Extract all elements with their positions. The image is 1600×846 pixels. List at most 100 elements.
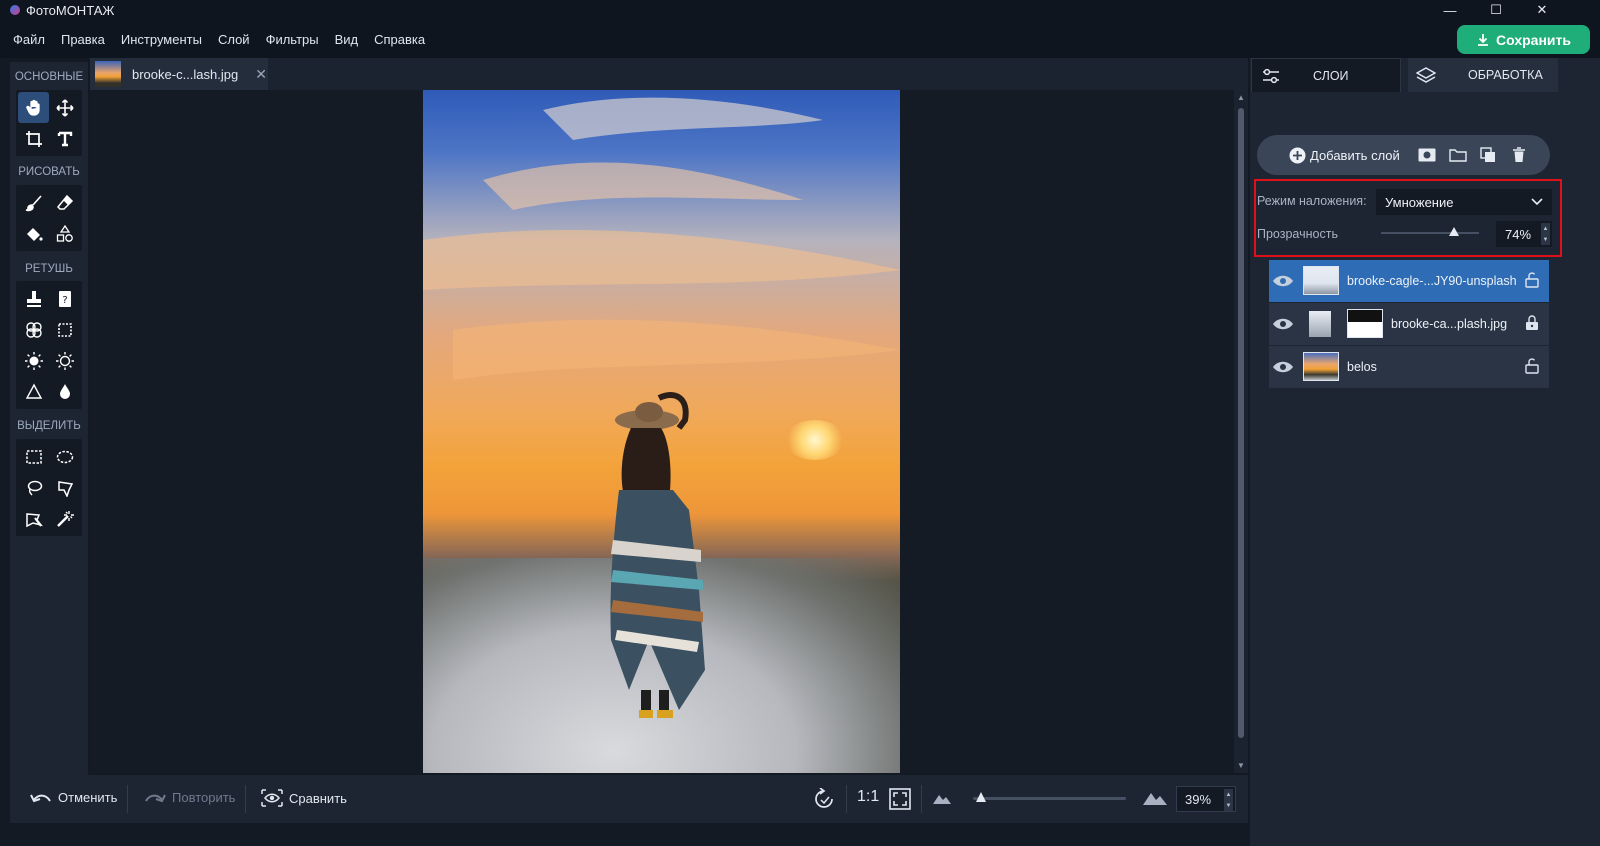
zoom-up-icon[interactable]: ▲ bbox=[1224, 789, 1233, 800]
menu-bar: Файл Правка Инструменты Слой Фильтры Вид… bbox=[0, 20, 1600, 58]
layer-row[interactable]: brooke-ca...plash.jpg bbox=[1269, 303, 1549, 345]
unlock-icon[interactable] bbox=[1525, 272, 1539, 288]
zoom-in-mountain-icon[interactable] bbox=[1143, 789, 1167, 808]
scroll-down-icon[interactable]: ▼ bbox=[1237, 761, 1245, 770]
redo-button[interactable]: Повторить bbox=[144, 790, 235, 805]
opacity-slider[interactable] bbox=[1381, 227, 1479, 236]
person-figure bbox=[610, 391, 705, 718]
plus-circle-icon bbox=[1289, 147, 1306, 163]
crop-tool-icon[interactable] bbox=[18, 123, 49, 154]
scrollbar-thumb[interactable] bbox=[1238, 108, 1244, 738]
rect-select-icon[interactable] bbox=[18, 441, 49, 472]
opacity-slider-thumb[interactable] bbox=[1448, 227, 1459, 236]
layer-name: brooke-ca...plash.jpg bbox=[1391, 317, 1508, 331]
add-mask-icon[interactable] bbox=[1418, 146, 1436, 164]
menu-help[interactable]: Справка bbox=[374, 32, 425, 47]
move-tool-icon[interactable] bbox=[49, 92, 80, 123]
menu-tools[interactable]: Инструменты bbox=[121, 32, 202, 47]
healing-tool-icon[interactable]: ? bbox=[49, 283, 80, 314]
divider bbox=[127, 785, 128, 813]
menu-file[interactable]: Файл bbox=[13, 32, 45, 47]
frame-tool-icon[interactable] bbox=[49, 314, 80, 345]
eraser-tool-icon[interactable] bbox=[49, 187, 80, 218]
zoom-down-icon[interactable]: ▼ bbox=[1224, 800, 1233, 811]
zoom-input[interactable]: 39% ▲ ▼ bbox=[1176, 786, 1236, 812]
opacity-value: 74% bbox=[1505, 226, 1532, 242]
dodge-tool-icon[interactable] bbox=[18, 345, 49, 376]
eye-icon[interactable] bbox=[1272, 315, 1294, 333]
opacity-down-icon[interactable]: ▼ bbox=[1541, 234, 1550, 245]
svg-text:?: ? bbox=[62, 295, 67, 306]
app-title: ФотоМОНТАЖ bbox=[26, 2, 115, 18]
lock-icon[interactable] bbox=[1525, 315, 1539, 331]
layer-toolbar: Добавить слой bbox=[1257, 135, 1550, 175]
eye-icon[interactable] bbox=[1272, 272, 1294, 290]
maximize-button[interactable]: ☐ bbox=[1476, 0, 1516, 20]
polygon-lasso-icon[interactable] bbox=[49, 472, 80, 503]
menu-edit[interactable]: Правка bbox=[61, 32, 105, 47]
section-title-draw: РИСОВАТЬ bbox=[18, 166, 80, 178]
opacity-input[interactable]: 74% ▲ ▼ bbox=[1496, 221, 1552, 247]
duplicate-icon[interactable] bbox=[1479, 146, 1497, 164]
fill-tool-icon[interactable] bbox=[18, 218, 49, 249]
scroll-up-icon[interactable]: ▲ bbox=[1237, 93, 1245, 102]
divider bbox=[921, 785, 922, 813]
image-canvas[interactable] bbox=[90, 90, 1234, 773]
blend-mode-value: Умножение bbox=[1385, 194, 1454, 210]
save-button-label: Сохранить bbox=[1496, 31, 1571, 48]
minimize-button[interactable]: — bbox=[1430, 0, 1470, 20]
folder-icon[interactable] bbox=[1449, 146, 1467, 164]
tab-processing[interactable]: ОБРАБОТКА bbox=[1408, 58, 1558, 92]
text-tool-icon[interactable] bbox=[49, 123, 80, 154]
tab-processing-label: ОБРАБОТКА bbox=[1468, 68, 1543, 82]
document-tabstrip: brooke-c...lash.jpg ✕ bbox=[90, 58, 1248, 90]
bottom-bar: Отменить Повторить Сравнить 1:1 39% ▲ ▼ bbox=[10, 775, 1248, 823]
layer-properties-highlight: Режим наложения: Умножение Прозрачность … bbox=[1254, 179, 1562, 257]
compare-button[interactable]: Сравнить bbox=[261, 789, 347, 807]
menu-filters[interactable]: Фильтры bbox=[266, 32, 319, 47]
zoom-out-mountain-icon[interactable] bbox=[933, 792, 951, 807]
save-button[interactable]: Сохранить bbox=[1457, 25, 1590, 54]
shapes-tool-icon[interactable] bbox=[49, 218, 80, 249]
tab-layers-label: СЛОИ bbox=[1313, 68, 1349, 83]
burn-tool-icon[interactable] bbox=[49, 345, 80, 376]
compare-label: Сравнить bbox=[289, 790, 347, 806]
lasso-icon[interactable] bbox=[18, 472, 49, 503]
close-window-button[interactable]: ✕ bbox=[1522, 0, 1562, 20]
opacity-up-icon[interactable]: ▲ bbox=[1541, 223, 1550, 234]
rotate-icon[interactable] bbox=[813, 787, 835, 813]
magnetic-lasso-icon[interactable] bbox=[18, 503, 49, 534]
stamp-tool-icon[interactable] bbox=[18, 283, 49, 314]
ellipse-select-icon[interactable] bbox=[49, 441, 80, 472]
add-layer-button[interactable]: Добавить слой bbox=[1289, 147, 1400, 164]
brush-tool-icon[interactable] bbox=[18, 187, 49, 218]
zoom-slider-thumb[interactable] bbox=[975, 792, 986, 802]
tab-layers[interactable]: СЛОИ bbox=[1251, 58, 1401, 92]
actual-size-button[interactable]: 1:1 bbox=[857, 788, 879, 806]
blend-mode-dropdown[interactable]: Умножение bbox=[1376, 189, 1552, 215]
section-title-basic: ОСНОВНЫЕ bbox=[14, 71, 84, 83]
hand-tool-icon[interactable] bbox=[18, 92, 49, 123]
patch-tool-icon[interactable] bbox=[18, 314, 49, 345]
close-tab-icon[interactable]: ✕ bbox=[255, 66, 267, 83]
sharpen-tool-icon[interactable] bbox=[18, 376, 49, 407]
magic-wand-icon[interactable] bbox=[49, 503, 80, 534]
layer-row[interactable]: belos bbox=[1269, 346, 1549, 388]
blur-tool-icon[interactable] bbox=[49, 376, 80, 407]
unlock-icon[interactable] bbox=[1525, 358, 1539, 374]
document-thumbnail bbox=[95, 61, 121, 87]
layer-name: belos bbox=[1347, 360, 1377, 374]
trash-icon[interactable] bbox=[1510, 146, 1528, 164]
menu-layer[interactable]: Слой bbox=[218, 32, 250, 47]
tools-panel: ОСНОВНЫЕ РИСОВАТЬ РЕТУШЬ ? ВЫДЕЛИТЬ bbox=[10, 62, 88, 775]
section-title-retouch: РЕТУШЬ bbox=[25, 263, 73, 275]
undo-button[interactable]: Отменить bbox=[30, 790, 117, 805]
fit-screen-icon[interactable] bbox=[889, 788, 911, 813]
document-tab[interactable]: brooke-c...lash.jpg ✕ bbox=[90, 58, 268, 90]
eye-icon[interactable] bbox=[1272, 358, 1294, 376]
zoom-slider[interactable] bbox=[973, 792, 1126, 802]
vertical-scrollbar[interactable]: ▲ ▼ bbox=[1234, 90, 1248, 773]
undo-icon bbox=[30, 794, 51, 802]
menu-view[interactable]: Вид bbox=[335, 32, 359, 47]
layer-row[interactable]: brooke-cagle-...JY90-unsplash bbox=[1269, 260, 1549, 302]
